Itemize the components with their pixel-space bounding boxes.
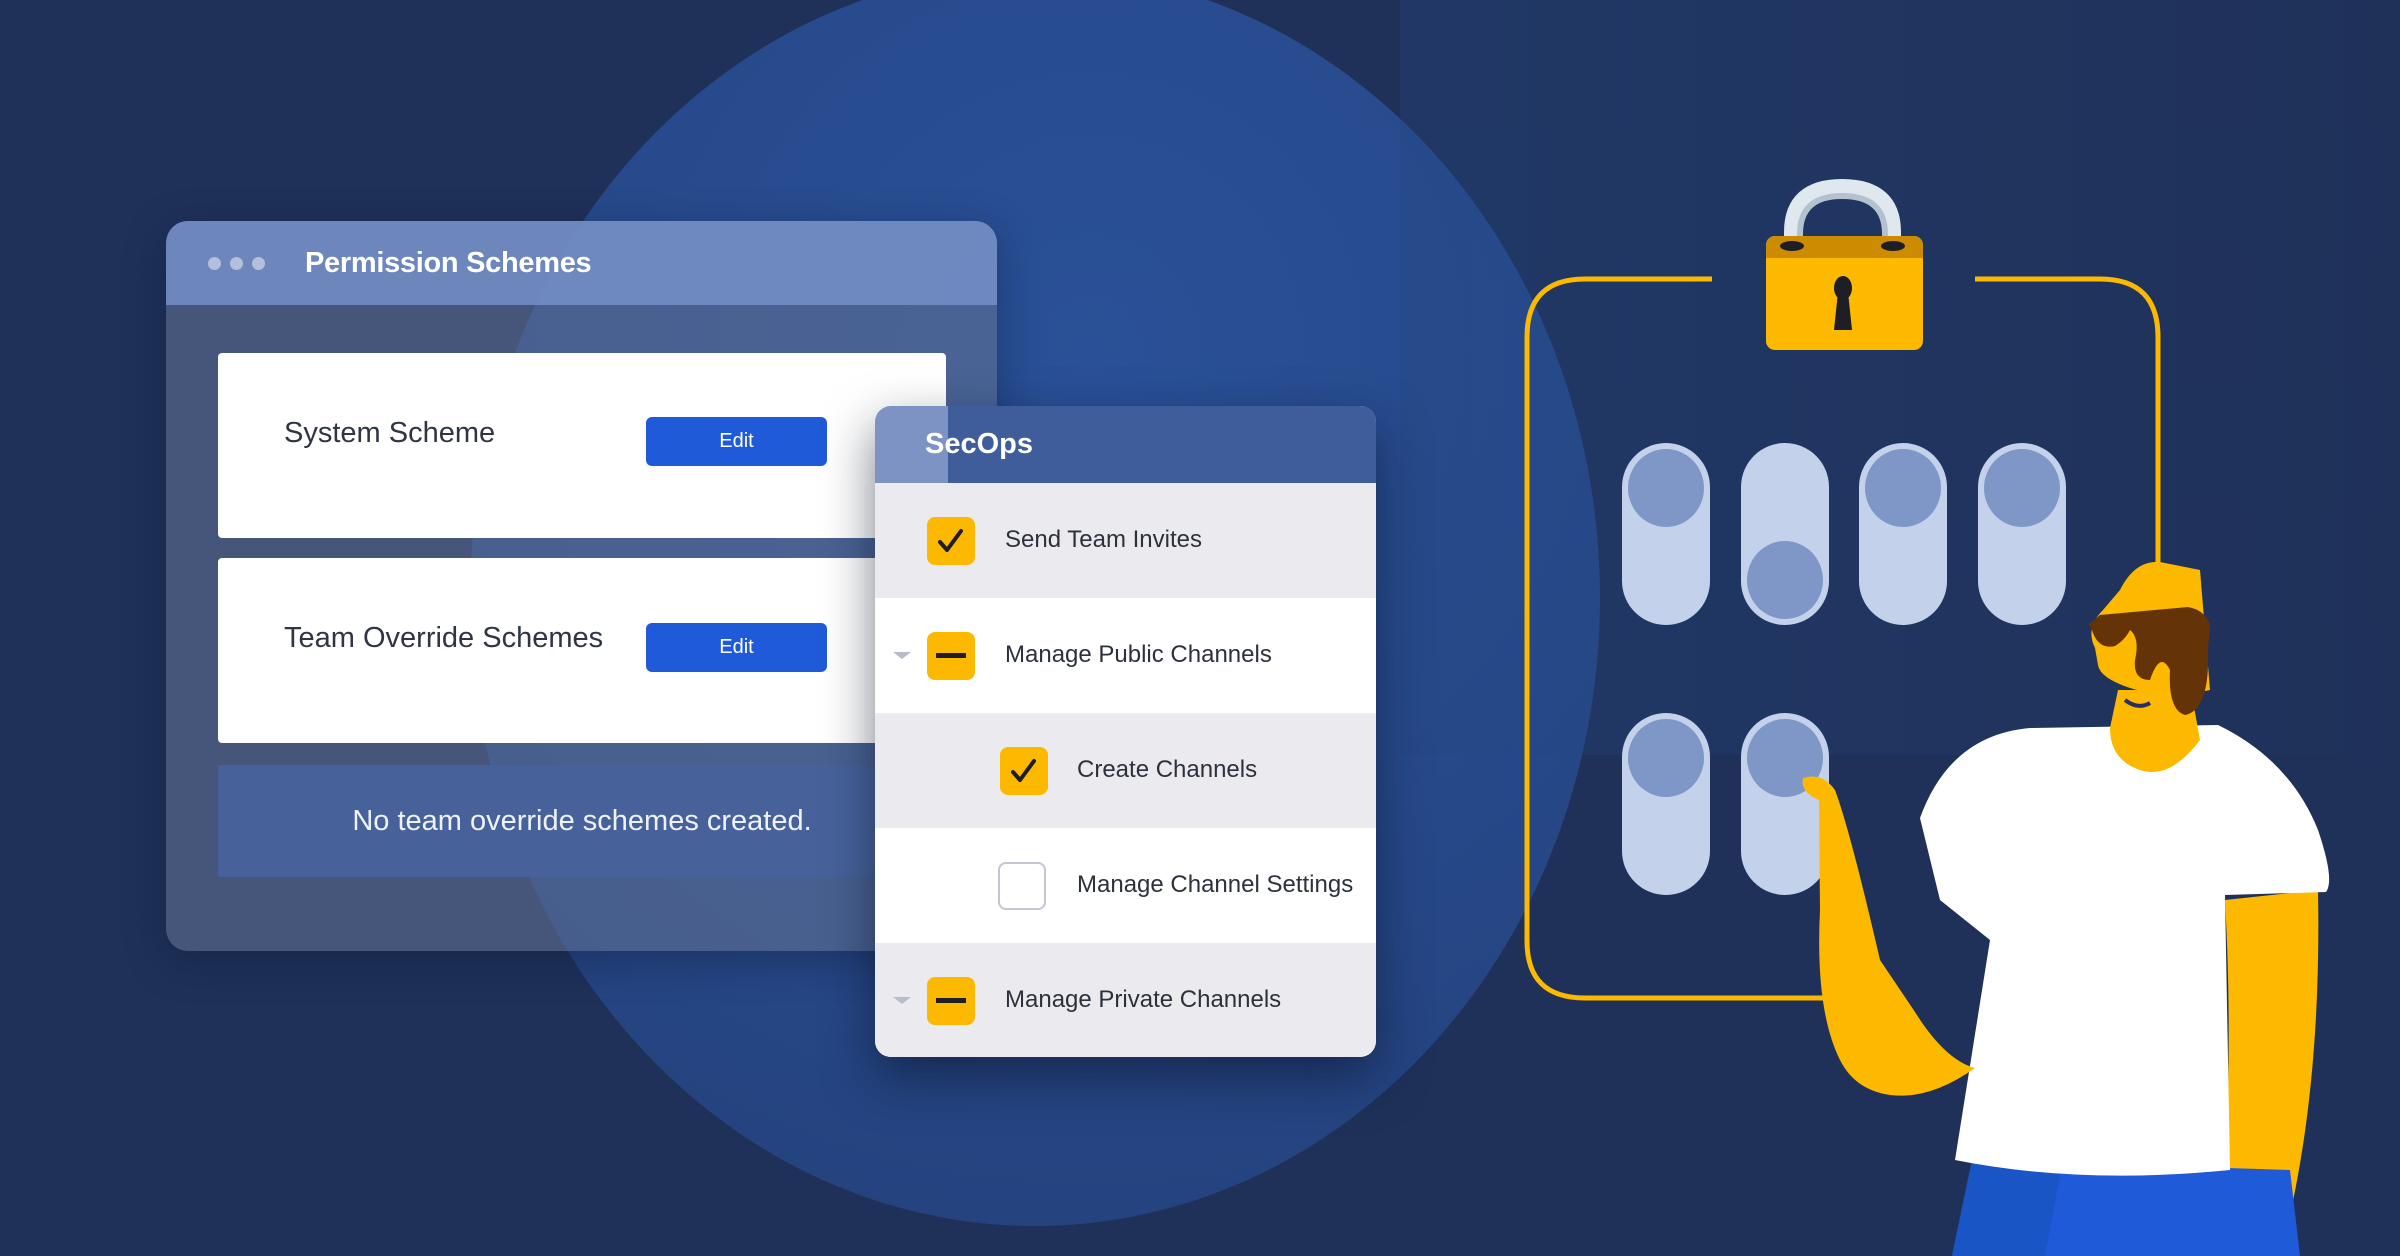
three-dots-icon[interactable] <box>208 256 265 270</box>
team-override-schemes-card: Team Override Schemes Edit <box>218 558 946 743</box>
pants <box>1952 1160 2300 1256</box>
edit-system-scheme-button[interactable]: Edit <box>646 417 827 466</box>
window-title: Permission Schemes <box>305 246 592 279</box>
checkbox-partial-icon[interactable] <box>927 632 975 680</box>
permission-label: Create Channels <box>1077 756 1258 783</box>
permission-schemes-window: Permission Schemes System Scheme Edit Te… <box>166 221 997 951</box>
permission-row-manage-public-channels[interactable]: Manage Public Channels <box>875 598 1376 713</box>
system-scheme-label: System Scheme <box>284 417 496 449</box>
checkbox-unchecked-icon[interactable] <box>998 862 1046 910</box>
window-header: Permission Schemes <box>166 221 997 305</box>
secops-permissions-panel: SecOps Send Team Invites Manage Public C… <box>875 406 1376 1057</box>
team-override-schemes-label: Team Override Schemes <box>284 622 604 654</box>
shirt <box>1920 725 2330 1176</box>
checkbox-checked-icon[interactable] <box>1000 747 1048 795</box>
checkbox-partial-icon[interactable] <box>927 977 975 1025</box>
permission-label: Manage Channel Settings <box>1077 871 1354 898</box>
system-scheme-card: System Scheme Edit <box>218 353 946 538</box>
background-glow <box>1400 0 2400 755</box>
permission-row-manage-channel-settings[interactable]: Manage Channel Settings <box>875 828 1376 943</box>
checkbox-checked-icon[interactable] <box>927 517 975 565</box>
permission-row-send-team-invites[interactable]: Send Team Invites <box>875 483 1376 598</box>
permission-row-manage-private-channels[interactable]: Manage Private Channels <box>875 943 1376 1057</box>
permission-label: Manage Private Channels <box>1005 986 1282 1013</box>
permission-label: Manage Public Channels <box>1005 641 1272 668</box>
permission-row-create-channels[interactable]: Create Channels <box>875 713 1376 828</box>
empty-state-message: No team override schemes created. <box>218 765 946 877</box>
secops-header: SecOps <box>875 406 1376 483</box>
edit-team-override-schemes-button[interactable]: Edit <box>646 623 827 672</box>
caret-down-icon[interactable] <box>893 652 911 659</box>
caret-down-icon[interactable] <box>893 997 911 1004</box>
permission-label: Send Team Invites <box>1005 526 1203 553</box>
arm <box>1802 776 1975 1096</box>
